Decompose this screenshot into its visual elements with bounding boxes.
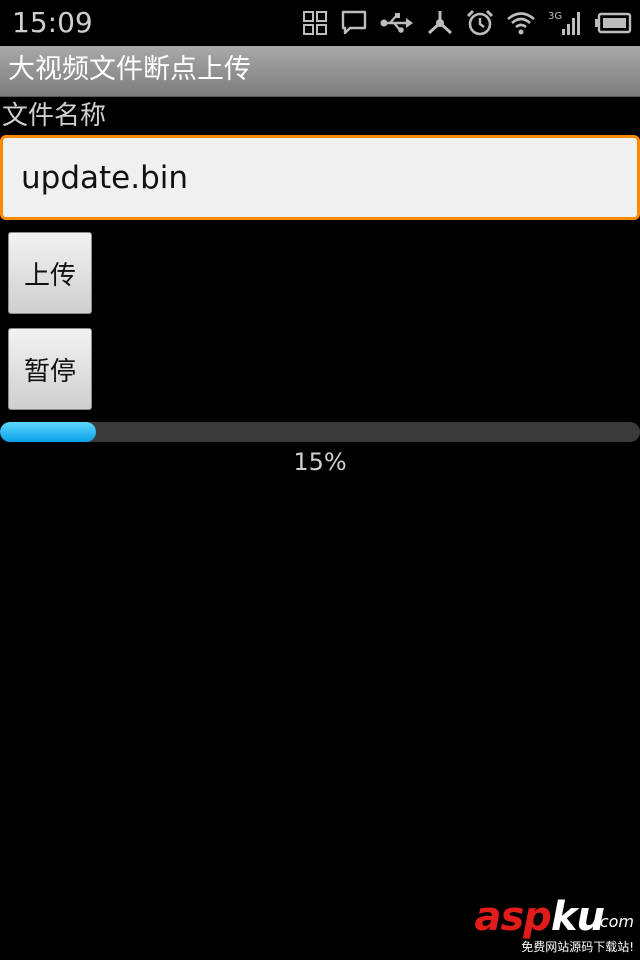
watermark-domain: .com	[594, 912, 634, 931]
watermark-brand: aspku	[474, 894, 605, 940]
watermark-logo: aspku .com 免费网站源码下载站!	[464, 896, 634, 954]
filename-input[interactable]	[3, 138, 637, 217]
upload-button[interactable]: 上传	[8, 232, 92, 314]
watermark-tagline: 免费网站源码下载站!	[521, 940, 634, 954]
message-icon	[340, 9, 368, 37]
pause-button[interactable]: 暂停	[8, 328, 92, 410]
filename-label: 文件名称	[2, 101, 107, 131]
status-time: 15:09	[12, 6, 93, 39]
upload-progress-bar	[0, 422, 640, 442]
debug-icon	[426, 9, 454, 37]
app-screen: 15:09 3G 大视频文件断点上传 文件名称 update.bin 上传 暂停…	[0, 0, 640, 960]
wifi-icon	[506, 10, 536, 36]
signal-3g-icon: 3G	[548, 9, 582, 37]
progress-percent-text: 15%	[293, 448, 347, 476]
usb-icon	[380, 12, 414, 34]
filename-field-container	[0, 135, 640, 220]
status-bar: 15:09 3G	[0, 0, 640, 46]
app-title: 大视频文件断点上传	[8, 54, 251, 85]
battery-icon	[594, 11, 632, 35]
status-icons: 3G	[302, 6, 632, 40]
title-bar: 大视频文件断点上传	[0, 46, 640, 97]
alarm-icon	[466, 9, 494, 37]
upload-progress-fill	[0, 422, 96, 442]
apps-grid-icon	[302, 10, 328, 36]
watermark-brand-a: asp	[474, 894, 551, 940]
network-type-label: 3G	[548, 11, 562, 22]
